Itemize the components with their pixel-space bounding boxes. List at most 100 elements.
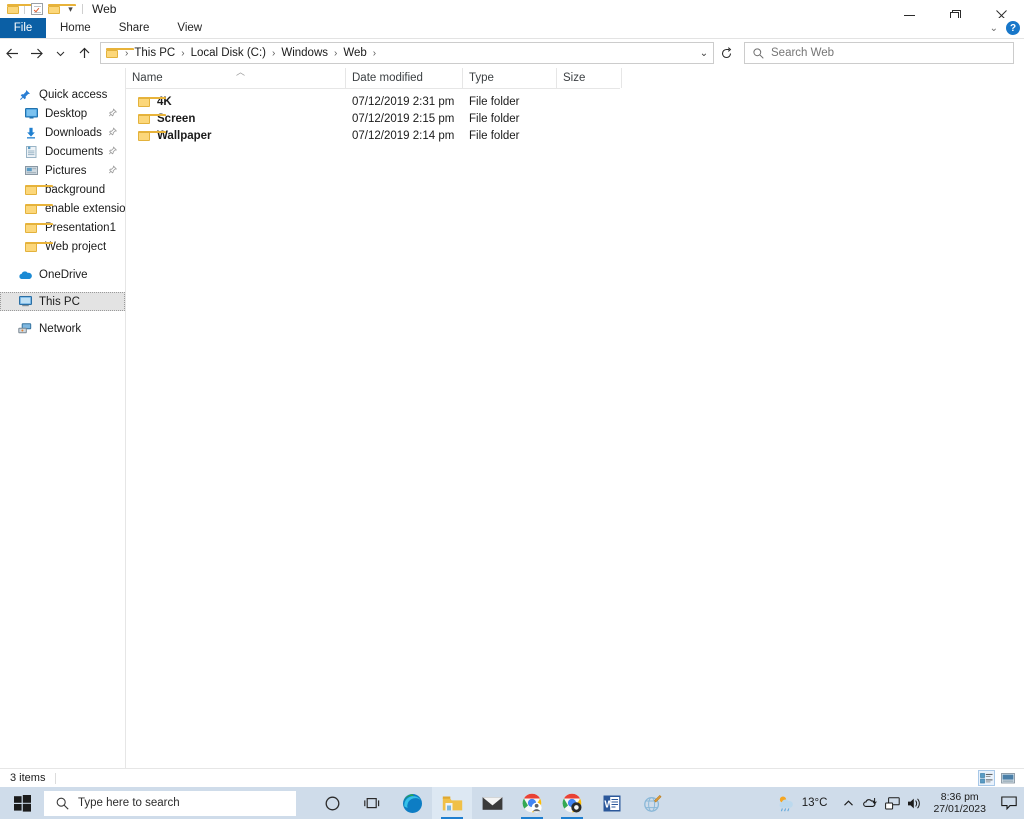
word-icon[interactable]: W [592, 787, 632, 819]
mail-icon[interactable] [472, 787, 512, 819]
column-header-date-modified[interactable]: Date modified [346, 68, 463, 88]
taskbar-search-box[interactable]: Type here to search [44, 790, 296, 816]
address-dropdown-chevron-icon[interactable]: ⌄ [695, 48, 713, 59]
sidebar-item-background[interactable]: background [0, 180, 125, 199]
edge-icon[interactable] [392, 787, 432, 819]
folder-icon [24, 183, 53, 197]
status-separator [55, 772, 57, 784]
column-headers: ︿ Name Date modified Type Size [126, 65, 1024, 88]
breadcrumb-item-this-pc[interactable]: This PC [132, 47, 177, 59]
documents-icon [24, 145, 38, 159]
ribbon-right-controls: ⌄ ? [990, 18, 1020, 38]
qat-properties-icon[interactable] [28, 1, 45, 18]
cortana-icon[interactable] [312, 787, 352, 819]
notifications-icon[interactable] [994, 787, 1024, 819]
quick-access-toolbar: ▾ [0, 0, 86, 18]
breadcrumb[interactable]: › This PC › Local Disk (C:) › Windows › … [100, 42, 714, 64]
back-button[interactable] [0, 41, 24, 65]
qat-new-folder-icon[interactable] [45, 1, 76, 18]
large-icons-view-button[interactable] [999, 770, 1016, 786]
tab-file[interactable]: File [0, 18, 46, 38]
sidebar-label: Downloads [45, 126, 102, 139]
tab-share[interactable]: Share [105, 18, 164, 38]
show-hidden-icons-chevron[interactable] [837, 787, 859, 819]
breadcrumb-separator-1[interactable]: › [177, 48, 188, 59]
network-tray-icon[interactable] [881, 787, 903, 819]
recent-locations-button[interactable] [48, 41, 72, 65]
qat-folder-icon[interactable] [4, 1, 35, 18]
sidebar-item-web-project[interactable]: Web project [0, 237, 125, 256]
refresh-button[interactable] [714, 42, 738, 64]
volume-tray-icon[interactable] [903, 787, 925, 819]
sidebar-label: Documents [45, 145, 104, 158]
sidebar-item-quick-access[interactable]: Quick access [0, 85, 125, 104]
column-header-type[interactable]: Type [463, 68, 557, 88]
ribbon-collapse-chevron-icon[interactable]: ⌄ [990, 23, 998, 34]
tab-view[interactable]: View [163, 18, 216, 38]
folder-icon [138, 113, 166, 124]
sidebar-item-onedrive[interactable]: OneDrive [0, 265, 125, 284]
sidebar-label: background [45, 183, 106, 196]
sidebar-item-presentation1[interactable]: Presentation1 [0, 218, 125, 237]
weather-widget[interactable]: 13°C [777, 795, 827, 812]
search-placeholder[interactable]: Search Web [771, 47, 834, 59]
file-name-cell[interactable]: Wallpaper [126, 130, 346, 142]
paint3d-icon[interactable] [632, 787, 672, 819]
taskbar-search-placeholder[interactable]: Type here to search [78, 797, 180, 809]
clock[interactable]: 8:36 pm 27/01/2023 [925, 787, 994, 819]
taskbar: Type here to search W 13°C 8:36 pm 27/01… [0, 787, 1024, 819]
item-count-label: 3 items [10, 772, 46, 784]
sidebar-item-network[interactable]: Network [0, 319, 125, 338]
chrome-profile-icon[interactable] [512, 787, 552, 819]
column-header-size[interactable]: Size [557, 68, 622, 88]
search-box[interactable]: Search Web [744, 42, 1014, 64]
search-icon [753, 47, 764, 59]
pin-icon [108, 108, 117, 118]
breadcrumb-separator-4[interactable]: › [369, 48, 380, 59]
breadcrumb-item-windows[interactable]: Windows [279, 47, 330, 59]
file-explorer-icon[interactable] [432, 787, 472, 819]
sidebar-item-pictures[interactable]: Pictures [0, 161, 125, 180]
sidebar-label: Desktop [45, 107, 88, 120]
sidebar-label: enable extension [45, 202, 132, 215]
chrome-icon[interactable] [552, 787, 592, 819]
title-bar: ▾ Web [0, 0, 1024, 18]
folder-icon [24, 221, 53, 235]
clock-time: 8:36 pm [940, 791, 979, 803]
details-view-button[interactable] [978, 770, 995, 786]
file-name-cell[interactable]: Screen [126, 113, 346, 125]
table-row[interactable]: Screen 07/12/2019 2:15 pm File folder [126, 110, 1024, 127]
sidebar-item-downloads[interactable]: Downloads [0, 123, 125, 142]
sidebar-item-documents[interactable]: Documents [0, 142, 125, 161]
folder-icon [24, 202, 53, 216]
start-button[interactable] [0, 787, 44, 819]
status-bar: 3 items [0, 768, 1024, 787]
network-icon [18, 322, 32, 336]
address-bar-row: › This PC › Local Disk (C:) › Windows › … [0, 41, 1024, 65]
breadcrumb-item-web[interactable]: Web [341, 47, 368, 59]
sidebar-item-desktop[interactable]: Desktop [0, 104, 125, 123]
sidebar-item-enable-extension[interactable]: enable extension [0, 199, 132, 218]
file-explorer-window: ▾ Web File Home Share View ⌄ ? › This PC… [0, 0, 1024, 819]
task-view-icon[interactable] [352, 787, 392, 819]
forward-button[interactable] [24, 41, 48, 65]
tab-home[interactable]: Home [46, 18, 105, 38]
file-list-pane: ︿ Name Date modified Type Size 4K 07/12/… [126, 65, 1024, 768]
sidebar-item-this-pc[interactable]: This PC [0, 292, 125, 311]
onedrive-tray-icon[interactable] [859, 787, 881, 819]
sidebar-label: Web project [45, 240, 107, 253]
breadcrumb-separator-2[interactable]: › [268, 48, 279, 59]
sidebar-label: Presentation1 [45, 221, 116, 234]
breadcrumb-separator-3[interactable]: › [330, 48, 341, 59]
system-tray: 13°C 8:36 pm 27/01/2023 [777, 787, 1024, 819]
file-name-cell[interactable]: 4K [126, 96, 346, 108]
navigation-pane: Quick access Desktop Downloads Documents… [0, 68, 132, 768]
help-icon[interactable]: ? [1006, 21, 1020, 35]
sort-ascending-icon[interactable]: ︿ [236, 65, 245, 78]
up-button[interactable] [72, 41, 96, 65]
pin-icon [108, 165, 117, 175]
breadcrumb-folder-icon[interactable] [106, 48, 134, 58]
breadcrumb-item-local-disk[interactable]: Local Disk (C:) [189, 47, 268, 59]
table-row[interactable]: 4K 07/12/2019 2:31 pm File folder [126, 93, 1024, 110]
table-row[interactable]: Wallpaper 07/12/2019 2:14 pm File folder [126, 127, 1024, 144]
